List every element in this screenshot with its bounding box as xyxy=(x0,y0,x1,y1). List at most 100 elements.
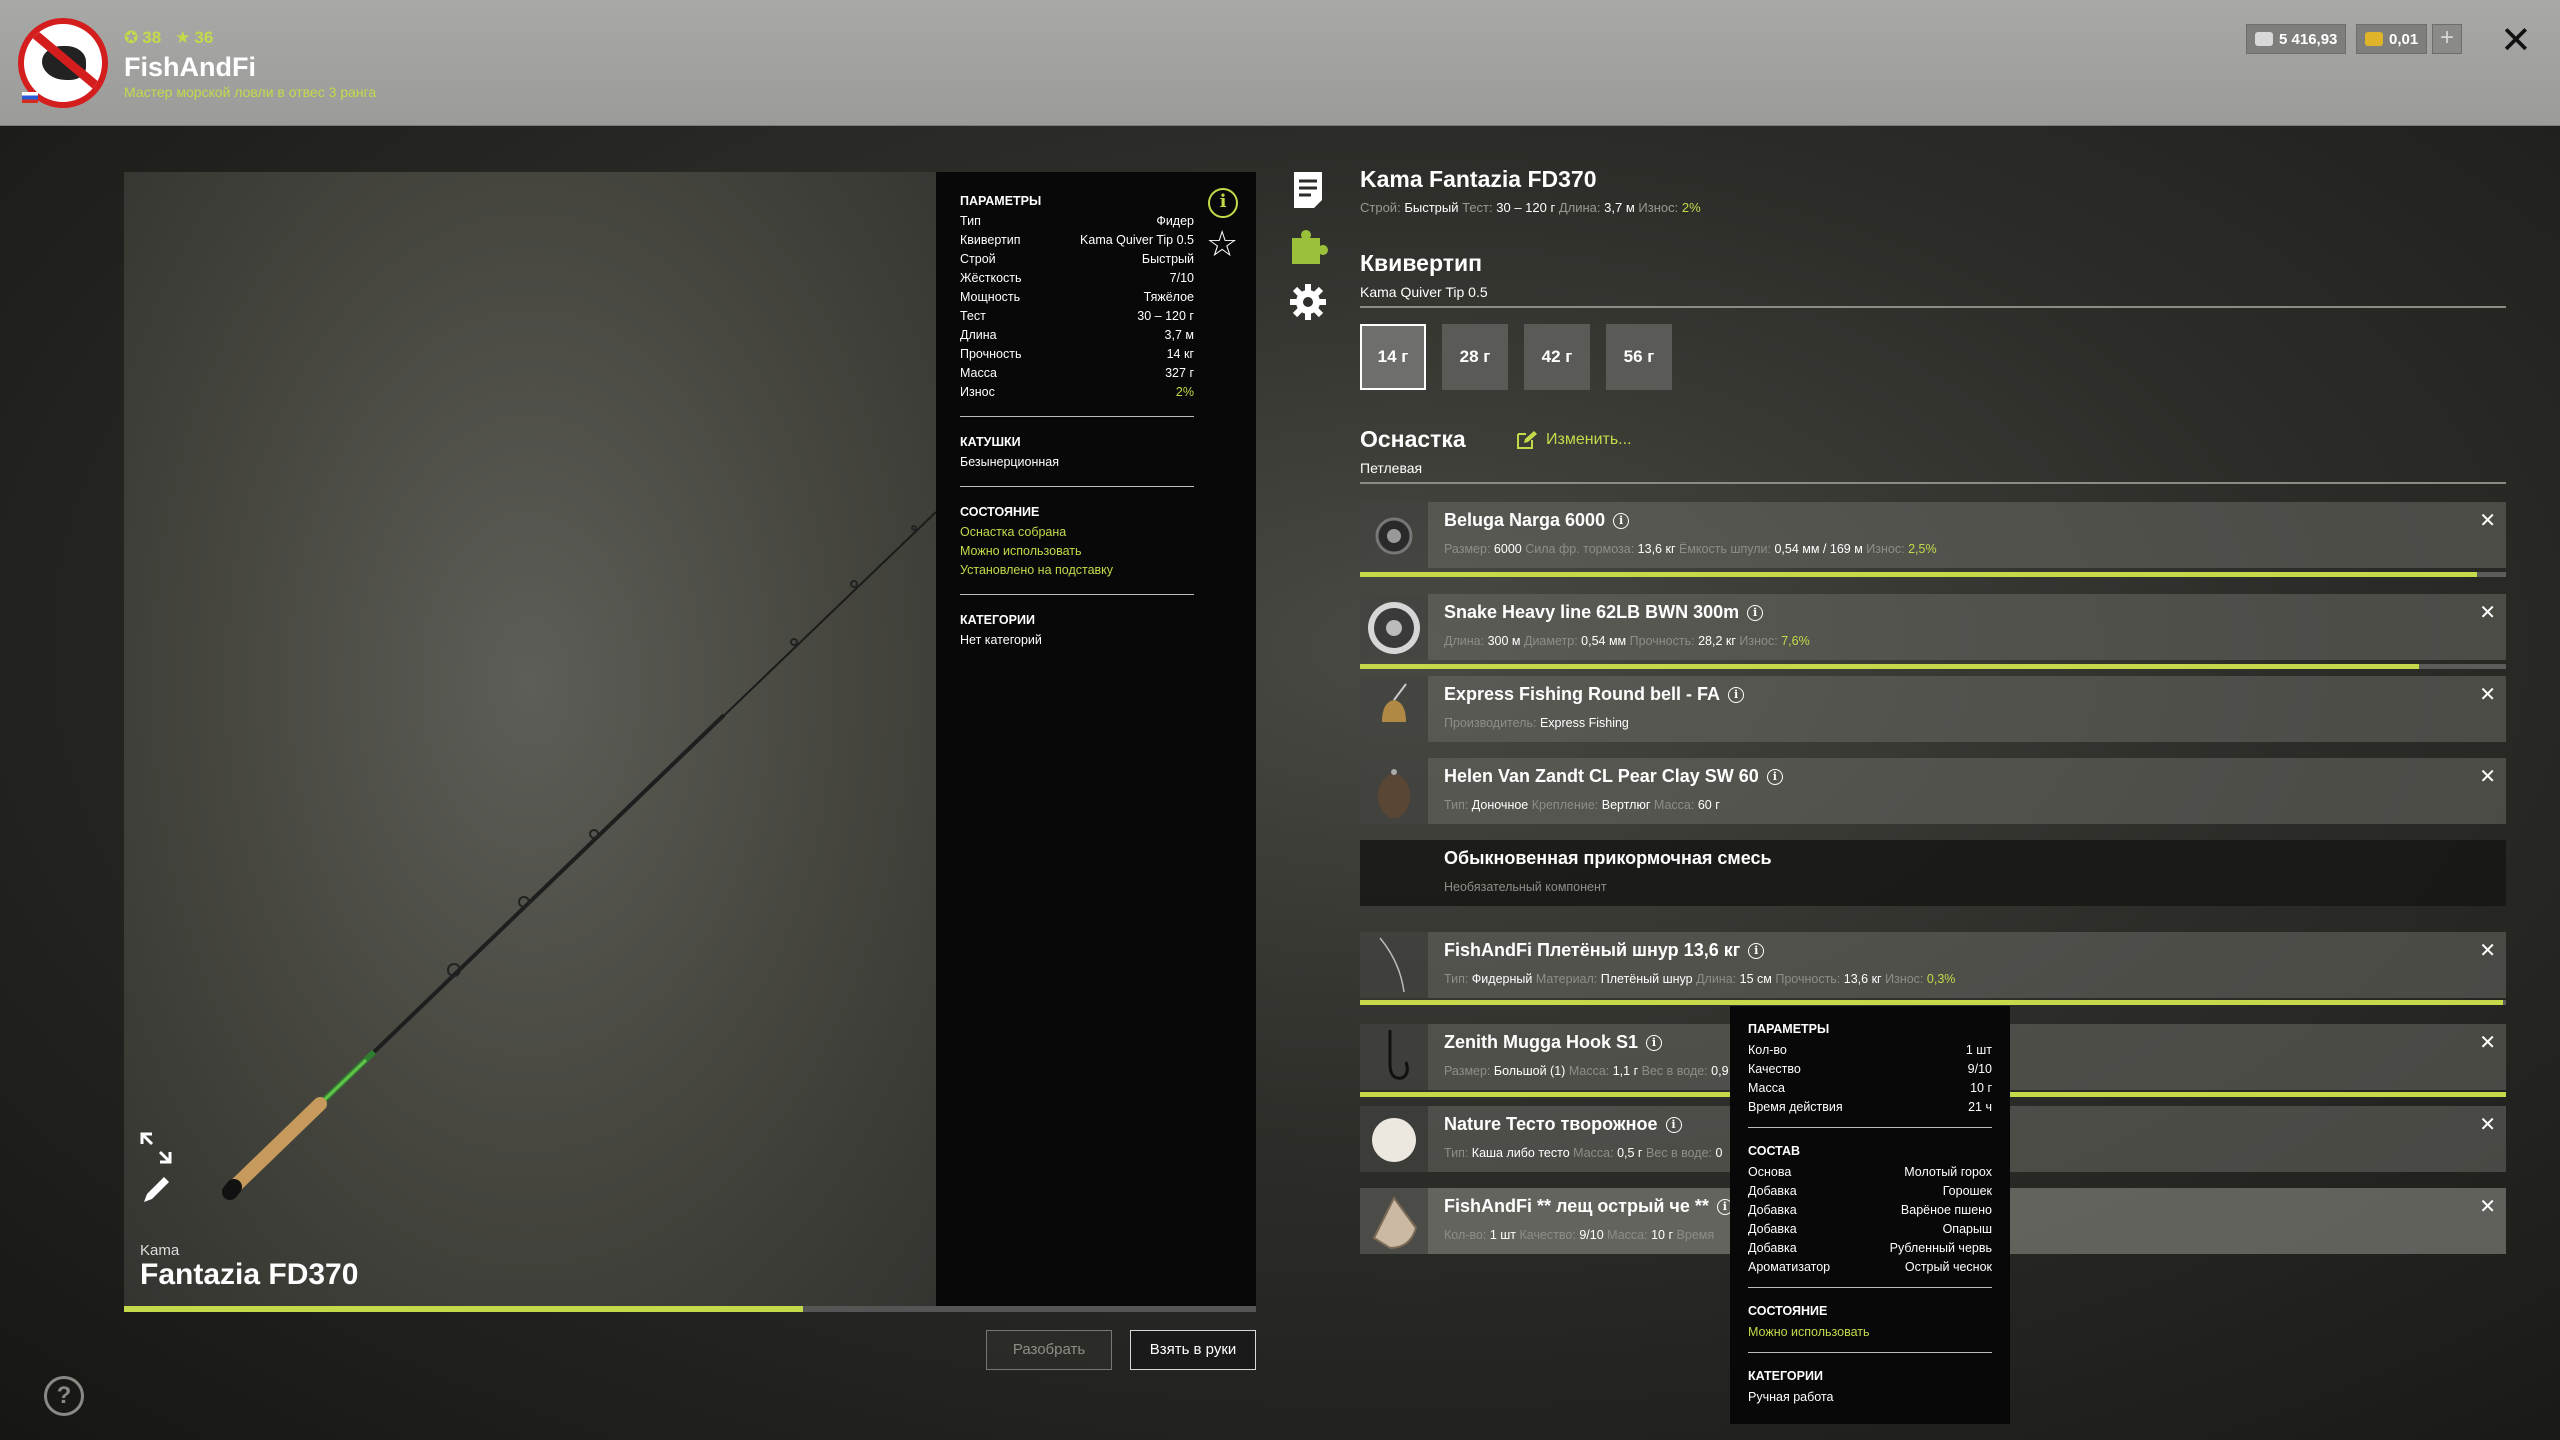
stat-level-value: 38 xyxy=(142,28,162,47)
quiver-weight-28[interactable]: 28 г xyxy=(1442,324,1508,390)
disassemble-button[interactable]: Разобрать xyxy=(986,1330,1112,1370)
description-icon[interactable] xyxy=(1288,170,1328,210)
info-icon[interactable]: i xyxy=(1665,1117,1682,1133)
item-props: Тип: Фидерный Материал: Плетёный шнур Дл… xyxy=(1444,972,1955,986)
prop-label: Материал: xyxy=(1535,972,1598,986)
rod-cork-handle xyxy=(225,1097,327,1196)
param-label: Длина xyxy=(960,328,997,342)
divider xyxy=(1748,1352,1992,1353)
prop-label: Масса: xyxy=(1607,1228,1648,1242)
quiver-weight-14[interactable]: 14 г xyxy=(1360,324,1426,390)
rod-accent xyxy=(318,1058,368,1106)
remove-icon[interactable]: ✕ xyxy=(2479,1030,2496,1055)
plus-icon[interactable]: + xyxy=(2432,24,2462,54)
rod-preview[interactable]: Kama Fantazia FD370 xyxy=(124,172,936,1306)
player-rank: Мастер морской ловли в отвес 3 ранга xyxy=(124,84,377,100)
param-row: Износ 2% xyxy=(960,385,1194,404)
param-value: 7/10 xyxy=(1169,271,1194,285)
prop-value: 9/10 xyxy=(1579,1228,1604,1242)
remove-icon[interactable]: ✕ xyxy=(2479,600,2496,625)
remove-icon[interactable]: ✕ xyxy=(2479,938,2496,963)
divider xyxy=(1360,482,2506,484)
prop-value: 1,1 г xyxy=(1612,1064,1639,1078)
tooltip-categories: Ручная работа xyxy=(1748,1390,1834,1404)
line-spool-image xyxy=(1368,602,1420,654)
param-value: Опарыш xyxy=(1942,1222,1992,1236)
leader-thumbnail xyxy=(1360,932,1428,998)
item-sinker[interactable]: Helen Van Zandt CL Pear Clay SW 60 i Тип:… xyxy=(1360,758,2506,824)
rod-condition-fill xyxy=(124,1306,804,1312)
prop-value: 13,6 кг xyxy=(1843,972,1882,986)
prop-value: Вертлюг xyxy=(1601,798,1651,812)
param-value: 14 кг xyxy=(1166,347,1194,361)
param-label: Основа xyxy=(1748,1165,1792,1179)
item-groundbait-slot[interactable]: Обыкновенная прикормочная смесь Необязат… xyxy=(1360,840,2506,906)
info-icon[interactable]: i xyxy=(1728,687,1745,703)
info-icon[interactable]: i xyxy=(1646,1035,1663,1051)
prop-wear: 2,5% xyxy=(1908,542,1937,556)
prop-label: Прочность: xyxy=(1775,972,1841,986)
info-icon[interactable]: i xyxy=(1747,605,1764,621)
pencil-icon[interactable] xyxy=(138,1172,174,1208)
param-label: Добавка xyxy=(1748,1184,1797,1198)
info-icon[interactable]: i xyxy=(1208,188,1238,218)
empty-slot-thumbnail xyxy=(1360,840,1428,906)
item-bell[interactable]: Express Fishing Round bell - FA i Произво… xyxy=(1360,676,2506,742)
take-in-hands-button[interactable]: Взять в руки xyxy=(1130,1330,1256,1370)
star-icon[interactable]: ☆ xyxy=(1206,226,1238,262)
item-title: Kama Fantazia FD370 xyxy=(1360,166,1597,192)
item-name: Обыкновенная прикормочная смесь xyxy=(1444,848,1772,868)
change-rig-link[interactable]: Изменить... xyxy=(1516,430,1632,450)
prop-wear: 7,6% xyxy=(1781,634,1810,648)
puzzle-icon[interactable] xyxy=(1288,226,1328,266)
item-tooltip: ПАРАМЕТРЫ Кол-во 1 шт Качество 9/10 Масса 10 … xyxy=(1730,1006,2010,1424)
help-icon[interactable]: ? xyxy=(44,1376,84,1416)
prop-label: Размер: xyxy=(1444,542,1491,556)
item-line[interactable]: Snake Heavy line 62LB BWN 300m i Длина: 3… xyxy=(1360,594,2506,660)
prop-value: 0,54 мм xyxy=(1581,634,1627,648)
remove-icon[interactable]: ✕ xyxy=(2479,764,2496,789)
close-icon[interactable]: ✕ xyxy=(2500,18,2532,63)
quiver-weight-42[interactable]: 42 г xyxy=(1524,324,1590,390)
rod-blank xyxy=(372,713,726,1054)
item-leader[interactable]: FishAndFi Плетёный шнур 13,6 кг i Тип: Фи… xyxy=(1360,932,2506,998)
gear-icon[interactable] xyxy=(1288,282,1328,322)
param-value: 10 г xyxy=(1970,1081,1992,1095)
item-name: FishAndFi ** лещ острый че ** i xyxy=(1444,1196,1733,1217)
player-name[interactable]: FishAndFi xyxy=(124,52,256,83)
quiver-weight-56[interactable]: 56 г xyxy=(1606,324,1672,390)
info-icon[interactable]: i xyxy=(1748,943,1765,959)
param-label: Масса xyxy=(1748,1081,1785,1095)
remove-icon[interactable]: ✕ xyxy=(2479,508,2496,533)
info-icon[interactable]: i xyxy=(1766,769,1783,785)
prop-label: Масса: xyxy=(1573,1146,1614,1160)
param-row: Тип Фидер xyxy=(960,214,1194,233)
line-wear-bar xyxy=(1360,664,2506,669)
remove-icon[interactable]: ✕ xyxy=(2479,682,2496,707)
stat-stars: ★ 36 xyxy=(175,28,214,47)
divider xyxy=(960,594,1194,595)
item-reel[interactable]: Beluga Narga 6000 i Размер: 6000 Сила фр.… xyxy=(1360,502,2506,568)
prop-label: Диаметр: xyxy=(1523,634,1578,648)
param-label: Прочность xyxy=(960,347,1022,361)
remove-icon[interactable]: ✕ xyxy=(2479,1112,2496,1137)
summary-value: 30 – 120 г xyxy=(1496,200,1556,215)
summary-label: Длина: xyxy=(1558,200,1601,215)
summary-label: Тест: xyxy=(1462,200,1493,215)
expand-icon[interactable] xyxy=(138,1130,174,1166)
silver-balance[interactable]: 5 416,93 xyxy=(2246,24,2347,54)
prop-value: Плетёный шнур xyxy=(1600,972,1693,986)
sinker-thumbnail xyxy=(1360,758,1428,824)
param-value: Фидер xyxy=(1156,214,1194,228)
reel-image xyxy=(1375,517,1413,555)
param-label: Мощность xyxy=(960,290,1021,304)
gold-balance[interactable]: 0,01 xyxy=(2356,24,2428,54)
prop-label: Вес в воде: xyxy=(1641,1064,1708,1078)
stat-level: ✪ 38 xyxy=(124,28,162,47)
info-icon[interactable]: i xyxy=(1613,513,1630,529)
prop-value: 15 см xyxy=(1739,972,1772,986)
param-label: Добавка xyxy=(1748,1241,1797,1255)
param-label: Кол-во xyxy=(1748,1043,1787,1057)
remove-icon[interactable]: ✕ xyxy=(2479,1194,2496,1219)
param-label: Масса xyxy=(960,366,997,380)
